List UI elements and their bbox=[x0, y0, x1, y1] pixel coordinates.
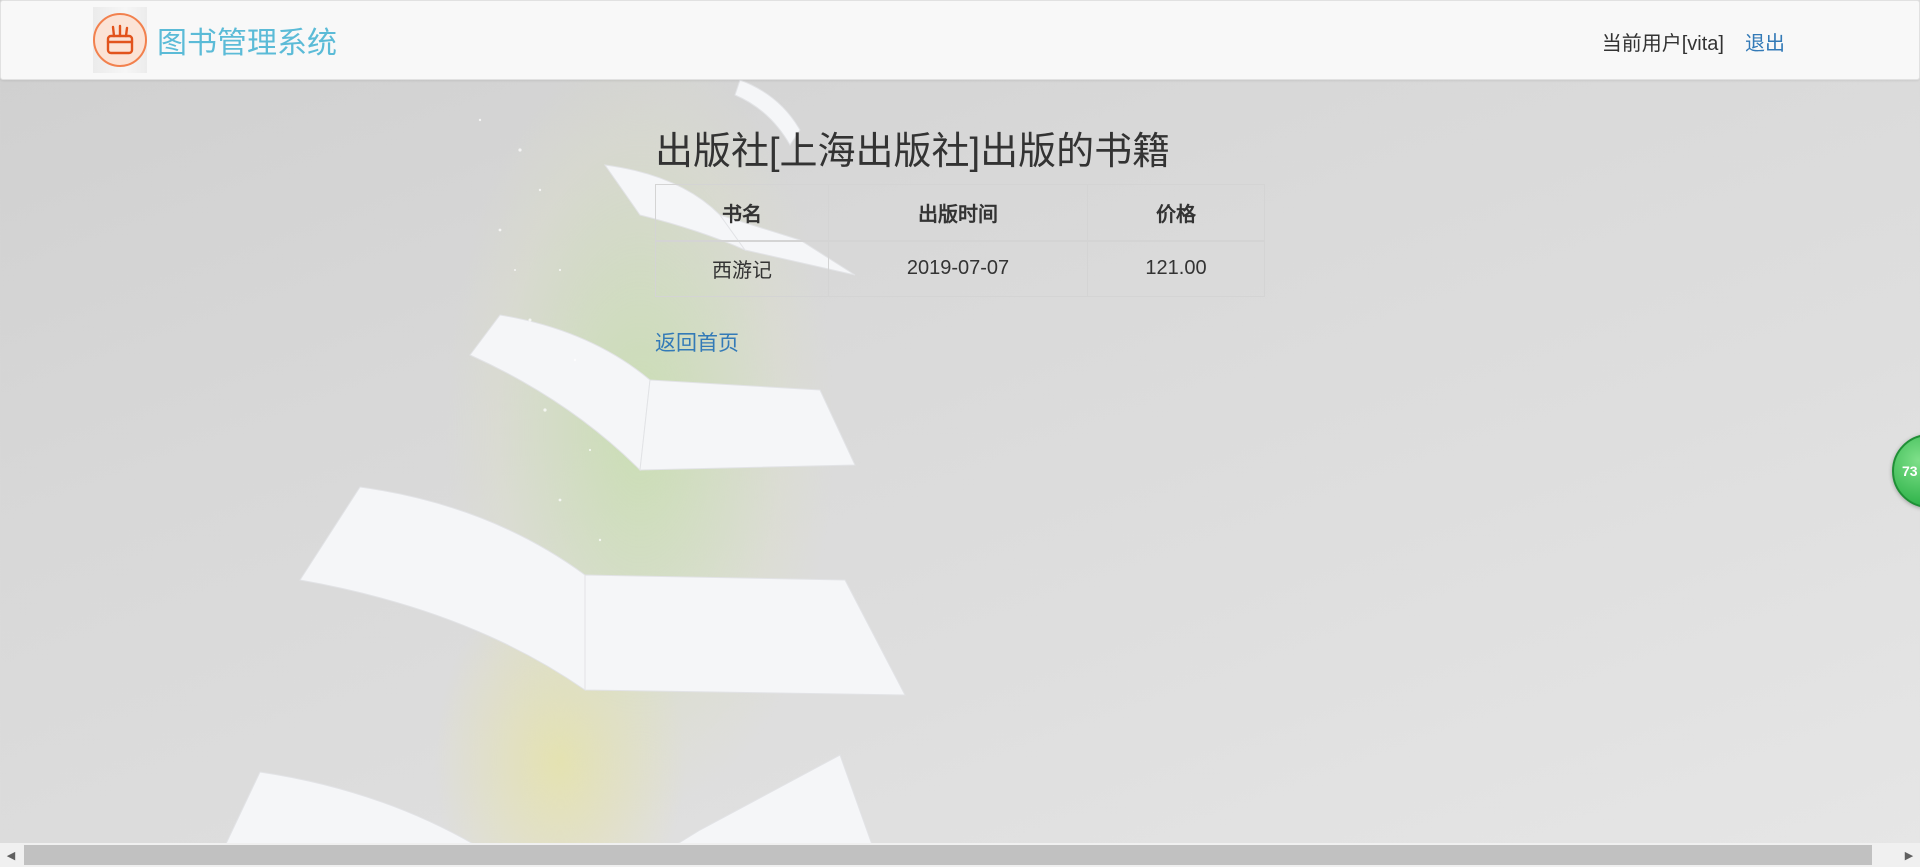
scroll-left-icon[interactable]: ◀ bbox=[0, 843, 22, 867]
cell-book-name: 西游记 bbox=[655, 240, 829, 297]
logout-link[interactable]: 退出 bbox=[1745, 27, 1785, 56]
column-header-price: 价格 bbox=[1087, 183, 1265, 242]
brand[interactable]: 图书管理系统 bbox=[93, 7, 337, 73]
logo bbox=[93, 7, 147, 73]
column-header-publish-date: 出版时间 bbox=[828, 183, 1088, 242]
cell-publish-date: 2019-07-07 bbox=[828, 240, 1088, 297]
column-header-name: 书名 bbox=[655, 183, 829, 242]
current-user-label: 当前用户[vita] bbox=[1601, 33, 1724, 55]
user-nav: 当前用户[vita] 退出 bbox=[1602, 27, 1785, 56]
back-to-home-link[interactable]: 返回首页 bbox=[655, 327, 739, 357]
table-header-row: 书名 出版时间 价格 bbox=[655, 183, 1265, 242]
books-table: 书名 出版时间 价格 西游记 2019-07-07 121.00 bbox=[655, 183, 1265, 297]
cell-price: 121.00 bbox=[1087, 240, 1265, 297]
scrollbar-thumb[interactable] bbox=[24, 845, 1872, 865]
table-row: 西游记 2019-07-07 121.00 bbox=[655, 240, 1265, 297]
main-content: 出版社[上海出版社]出版的书籍 书名 出版时间 价格 西游记 2019-07-0… bbox=[655, 131, 1275, 357]
pencil-holder-icon bbox=[93, 13, 147, 67]
top-navbar: 图书管理系统 当前用户[vita] 退出 bbox=[0, 0, 1920, 80]
app-title[interactable]: 图书管理系统 bbox=[157, 18, 337, 62]
scroll-right-icon[interactable]: ▶ bbox=[1898, 843, 1920, 867]
horizontal-scrollbar[interactable]: ◀ ▶ bbox=[0, 843, 1920, 867]
page-title: 出版社[上海出版社]出版的书籍 bbox=[655, 131, 1171, 173]
